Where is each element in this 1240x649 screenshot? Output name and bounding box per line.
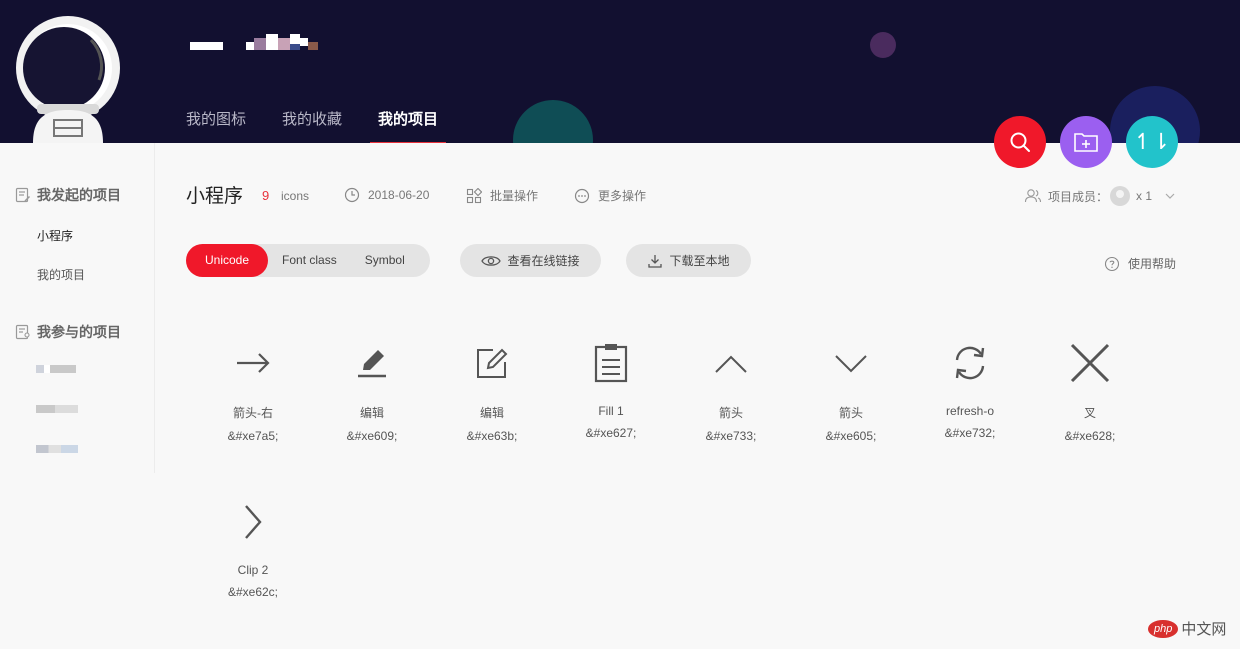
date-text: 2018-06-20 xyxy=(368,188,430,202)
sidebar-item-redacted[interactable] xyxy=(36,445,78,453)
chevron-right-icon xyxy=(245,505,262,539)
icon-name: Clip 2 xyxy=(237,563,269,577)
icon-card[interactable]: 编辑 &#xe63b; xyxy=(437,342,547,443)
batch-operation-button[interactable]: 批量操作 xyxy=(466,187,538,204)
sidebar-item-mini-program[interactable]: 小程序 xyxy=(37,227,73,244)
astronaut-avatar[interactable] xyxy=(15,10,121,143)
download-icon xyxy=(648,254,663,268)
icon-name: 编辑 xyxy=(479,406,504,420)
code-mode-switch: Unicode Font class Symbol xyxy=(186,244,430,277)
folder-add-icon xyxy=(1074,133,1098,152)
php-logo: php xyxy=(1148,619,1179,638)
icon-code: &#xe627; xyxy=(585,426,637,440)
help-link[interactable]: 使用帮助 xyxy=(1104,255,1176,272)
site-watermark: php 中文网 xyxy=(1148,618,1226,639)
icon-name: Fill 1 xyxy=(598,404,624,418)
watermark-text: 中文网 xyxy=(1181,621,1227,638)
arrow-right-icon xyxy=(237,353,270,373)
sidebar-item-redacted[interactable] xyxy=(36,405,78,413)
icon-card[interactable]: 箭头-右 &#xe7a5; xyxy=(198,342,308,443)
initiated-projects-heading: 我发起的项目 xyxy=(15,185,121,205)
refresh-icon xyxy=(955,346,985,380)
project-date: 2018-06-20 xyxy=(344,187,429,203)
project-title: 小程序 xyxy=(186,186,244,207)
icon-code: &#xe733; xyxy=(705,429,757,443)
main-nav: 我的图标 我的收藏 我的项目 xyxy=(186,108,474,143)
icon-count-label: icons xyxy=(281,189,310,203)
mode-unicode[interactable]: Unicode xyxy=(186,244,269,277)
search-icon xyxy=(1010,132,1030,152)
question-icon xyxy=(1104,256,1120,271)
icon-count: 9 xyxy=(262,188,270,203)
icon-code: &#xe628; xyxy=(1064,429,1116,443)
icon-code: &#xe732; xyxy=(944,426,996,440)
icon-name: 箭头 xyxy=(838,406,863,420)
icon-card[interactable]: 叉 &#xe628; xyxy=(1035,342,1145,443)
document-user-icon xyxy=(15,324,30,340)
edit-box-icon xyxy=(477,348,508,378)
sidebar-item-my-project[interactable]: 我的项目 xyxy=(37,266,85,283)
chevron-down-icon xyxy=(1165,193,1175,199)
search-button[interactable] xyxy=(994,116,1046,168)
icon-name: refresh-o xyxy=(945,404,995,418)
members-label: 项目成员： xyxy=(1048,189,1109,204)
view-online-link-button[interactable]: 查看在线链接 xyxy=(460,244,601,277)
decor-dot xyxy=(870,32,896,58)
tab-my-projects[interactable]: 我的项目 xyxy=(370,108,447,143)
top-banner: 我的图标 我的收藏 我的项目 xyxy=(0,0,1240,143)
icon-code: &#xe605; xyxy=(825,429,877,443)
project-members[interactable]: 项目成员： x 1 xyxy=(1024,186,1176,206)
grid-icon xyxy=(466,187,482,203)
icon-card[interactable]: Fill 1 &#xe627; xyxy=(556,342,666,440)
project-sidebar: 我发起的项目 小程序 我的项目 我参与的项目 xyxy=(0,143,155,473)
icon-code: &#xe62c; xyxy=(227,585,279,599)
users-icon xyxy=(1024,189,1042,203)
decor-planet xyxy=(513,100,593,143)
clock-icon xyxy=(344,187,360,203)
mode-symbol[interactable]: Symbol xyxy=(351,244,419,277)
view-link-label: 查看在线链接 xyxy=(507,254,580,268)
icon-card[interactable]: 箭头 &#xe733; xyxy=(676,342,786,443)
sort-button[interactable]: ↿⇂ xyxy=(1126,116,1178,168)
icon-name: 叉 xyxy=(1083,406,1096,420)
icon-card[interactable]: 箭头 &#xe605; xyxy=(796,342,906,443)
icon-card[interactable]: refresh-o &#xe732; xyxy=(915,342,1025,440)
help-label: 使用帮助 xyxy=(1128,257,1177,271)
icon-name: 箭头-右 xyxy=(233,406,273,420)
icon-code: &#xe7a5; xyxy=(227,429,279,443)
more-label: 更多操作 xyxy=(598,189,647,203)
download-local-button[interactable]: 下载至本地 xyxy=(626,244,751,277)
document-edit-icon xyxy=(15,187,31,203)
icon-name: 箭头 xyxy=(718,406,743,420)
tab-my-icons[interactable]: 我的图标 xyxy=(186,108,246,143)
initiated-heading-label: 我发起的项目 xyxy=(37,187,121,203)
joined-heading-label: 我参与的项目 xyxy=(37,324,121,340)
clipboard-icon xyxy=(594,344,628,383)
icon-code: &#xe63b; xyxy=(466,429,518,443)
sort-icon: ↿⇂ xyxy=(1133,129,1171,154)
more-icon xyxy=(574,188,590,203)
close-icon xyxy=(1070,343,1110,383)
chevron-down-icon xyxy=(835,355,867,373)
icon-code: &#xe609; xyxy=(346,429,398,443)
mode-font-class[interactable]: Font class xyxy=(268,244,351,277)
eye-icon xyxy=(481,255,502,266)
batch-label: 批量操作 xyxy=(490,189,539,203)
members-count: x 1 xyxy=(1136,189,1153,203)
download-label: 下载至本地 xyxy=(669,254,730,268)
sidebar-item-redacted[interactable] xyxy=(36,365,76,373)
more-operations-button[interactable]: 更多操作 xyxy=(574,187,646,204)
member-avatar[interactable] xyxy=(1110,186,1131,206)
pencil-icon xyxy=(358,350,386,378)
chevron-up-icon xyxy=(715,355,747,373)
add-folder-button[interactable] xyxy=(1060,116,1112,168)
joined-projects-heading: 我参与的项目 xyxy=(15,322,121,342)
icon-name: 编辑 xyxy=(359,406,384,420)
icon-card[interactable]: Clip 2 &#xe62c; xyxy=(198,501,308,599)
tab-my-favorites[interactable]: 我的收藏 xyxy=(282,108,342,143)
icon-card[interactable]: 编辑 &#xe609; xyxy=(317,342,427,443)
